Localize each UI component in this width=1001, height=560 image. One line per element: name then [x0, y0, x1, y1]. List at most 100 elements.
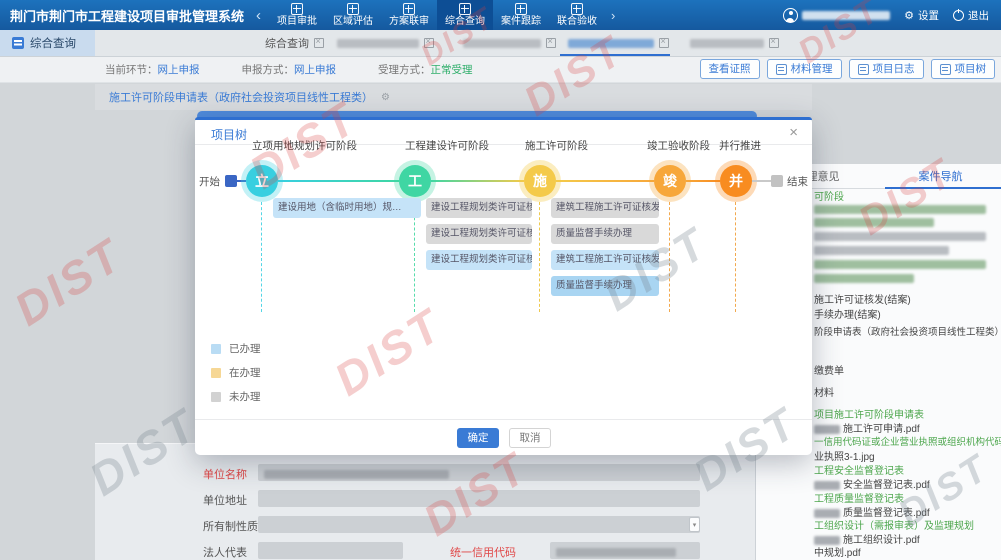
- dropdown-icon[interactable]: ▾: [689, 517, 700, 532]
- tab-综合查询[interactable]: 综合查询: [265, 30, 324, 56]
- tab-redacted-1[interactable]: [337, 30, 434, 56]
- phase-node-施[interactable]: 施: [524, 165, 556, 197]
- view-license-button[interactable]: 查看证照: [700, 59, 760, 79]
- tree-item[interactable]: 施工许可证核发(结案): [814, 291, 911, 306]
- form-label-credit-code: 统一信用代码: [450, 544, 560, 560]
- nav-item-joint-review[interactable]: 方案联审: [381, 0, 437, 30]
- redacted-text: [814, 246, 949, 255]
- tab-redacted-2[interactable]: [463, 30, 556, 56]
- tree-item[interactable]: 阶段申请表（政府社会投资项目线性工程类）: [814, 324, 1001, 338]
- project-log-button[interactable]: 项目日志: [849, 59, 924, 79]
- tree-item[interactable]: 一信用代码证或企业营业执照或组织机构代码证: [814, 434, 1001, 448]
- section-header: 施工许可阶段申请表（政府社会投资项目线性工程类） ⚙: [95, 84, 812, 110]
- tree-item[interactable]: 手续办理(结案): [814, 306, 881, 321]
- unit-address-input[interactable]: [258, 490, 700, 507]
- phase-label-工程建设许可阶段: 工程建设许可阶段: [405, 138, 489, 153]
- close-icon[interactable]: [424, 38, 434, 48]
- tree-item[interactable]: 项目施工许可阶段申请表: [814, 406, 924, 421]
- timeline-end-node: [771, 175, 783, 187]
- timeline-segment: [431, 180, 524, 182]
- status-buttons: 查看证照 材料管理 项目日志 项目树: [700, 59, 996, 79]
- step-item[interactable]: 建筑工程施工许可证核发: [551, 198, 659, 218]
- logout-button[interactable]: 退出: [953, 8, 989, 23]
- legend-todo: 未办理: [211, 389, 261, 404]
- timeline-segment: [556, 180, 654, 182]
- form-panel: 单位名称 单位地址 所有制性质 ▾ 法人代表 统一信用代码: [95, 443, 812, 560]
- tree-item[interactable]: 业执照3-1.jpg: [814, 448, 875, 463]
- phase-guide-line: [539, 202, 540, 312]
- grid-icon: [291, 3, 303, 15]
- tab-strip: 综合查询 综合查询: [0, 30, 1001, 57]
- nav-item-case-track[interactable]: 案件跟踪: [493, 0, 549, 30]
- tab-案件导航[interactable]: 案件导航: [879, 164, 1001, 188]
- doc-icon: [12, 37, 24, 49]
- phase-guide-line: [414, 202, 415, 312]
- tree-item[interactable]: 可阶段: [814, 188, 844, 203]
- close-icon[interactable]: [769, 38, 779, 48]
- settings-button[interactable]: ⚙ 设置: [904, 8, 939, 23]
- username-redacted: [802, 11, 890, 20]
- close-icon[interactable]: [659, 38, 669, 48]
- timeline-start-node: [225, 175, 237, 187]
- step-item[interactable]: 建设用地（含临时用地）规…: [273, 198, 421, 218]
- phase-guide-line: [669, 202, 670, 312]
- nav-item-project-approval[interactable]: 项目审批: [269, 0, 325, 30]
- power-icon: [953, 10, 964, 21]
- app-title: 荆门市荆门市工程建设项目审批管理系统: [0, 6, 254, 25]
- nav-item-region-eval[interactable]: 区域评估: [325, 0, 381, 30]
- apply-mode-value: 网上申报: [294, 64, 336, 76]
- project-tree-button[interactable]: 项目树: [931, 59, 996, 79]
- step-item[interactable]: 建设工程规划类许可证核发(…: [426, 224, 532, 244]
- material-manage-button[interactable]: 材料管理: [767, 59, 842, 79]
- status-fields: 当前环节：网上申报 申报方式：网上申报 受理方式：正常受理: [0, 62, 473, 77]
- tree-item[interactable]: 材料: [814, 384, 834, 399]
- step-item[interactable]: 质量监督手续办理: [551, 276, 659, 296]
- material-icon: [776, 64, 787, 75]
- nav-item-综合查询[interactable]: 综合查询: [437, 0, 493, 30]
- ownership-input[interactable]: [258, 516, 700, 533]
- unit-name-input[interactable]: [258, 464, 700, 481]
- step-item[interactable]: 建筑工程施工许可证核发: [551, 250, 659, 270]
- sidebar-item-综合查询[interactable]: 综合查询: [0, 30, 95, 56]
- nav-more-icon[interactable]: ›: [611, 8, 615, 23]
- redacted-text: [814, 274, 914, 283]
- legend-inprogress-swatch: [211, 368, 221, 378]
- close-icon[interactable]: [314, 38, 324, 48]
- tree-item[interactable]: 工程质量监督登记表: [814, 490, 904, 505]
- confirm-button[interactable]: 确定: [457, 428, 499, 448]
- step-item[interactable]: 建设工程规划类许可证核发(…: [426, 250, 532, 270]
- user-account[interactable]: [783, 8, 890, 23]
- phase-node-竣[interactable]: 竣: [654, 165, 686, 197]
- gear-icon[interactable]: ⚙: [381, 92, 390, 103]
- tab-redacted-active[interactable]: [568, 30, 669, 56]
- tree-item[interactable]: 工程安全监督登记表: [814, 462, 904, 477]
- tree-item[interactable]: 工组织设计（需报审表）及监理规划: [814, 517, 974, 532]
- nav-item-joint-acceptance[interactable]: 联合验收: [549, 0, 605, 30]
- close-icon[interactable]: [546, 38, 556, 48]
- app-screen: 荆门市荆门市工程建设项目审批管理系统 ‹ 项目审批 区域评估 方案联审 综合查询…: [0, 0, 1001, 560]
- timeline-segment: [278, 180, 399, 182]
- legal-rep-input[interactable]: [258, 542, 403, 559]
- step-item[interactable]: 建设工程规划类许可证核发(…: [426, 198, 532, 218]
- tree-item[interactable]: 缴费单: [814, 362, 844, 377]
- tree-item[interactable]: 安全监督登记表.pdf: [814, 476, 930, 491]
- close-icon[interactable]: ×: [789, 124, 798, 141]
- collapse-icon[interactable]: ‹: [256, 7, 261, 24]
- active-tab-underline: [560, 54, 670, 56]
- redacted-text: [814, 218, 934, 227]
- step-item[interactable]: 质量监督手续办理: [551, 224, 659, 244]
- tab-redacted-3[interactable]: [690, 30, 779, 56]
- timeline-segment: [686, 180, 720, 182]
- grid-icon: [571, 3, 583, 15]
- tree-item[interactable]: 施工许可申请.pdf: [814, 420, 920, 435]
- top-bar: 荆门市荆门市工程建设项目审批管理系统 ‹ 项目审批 区域评估 方案联审 综合查询…: [0, 0, 1001, 30]
- cancel-button[interactable]: 取消: [509, 428, 551, 448]
- accept-mode-value: 正常受理: [431, 64, 473, 76]
- phase-label-竣工验收阶段: 竣工验收阶段: [647, 138, 710, 153]
- modal-footer: 确定 取消: [195, 419, 812, 455]
- phase-node-工[interactable]: 工: [399, 165, 431, 197]
- credit-code-input[interactable]: [550, 542, 700, 559]
- phase-node-立[interactable]: 立: [246, 165, 278, 197]
- timeline-segment: [752, 180, 771, 182]
- phase-node-并[interactable]: 并: [720, 165, 752, 197]
